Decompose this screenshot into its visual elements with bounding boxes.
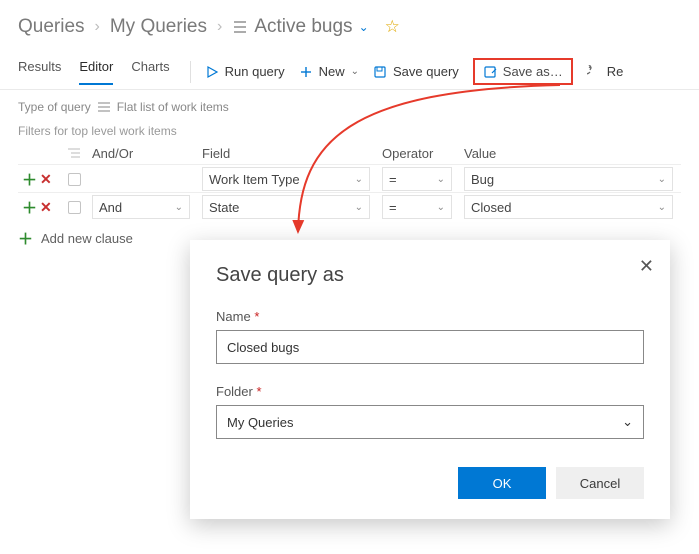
value-text: Bug xyxy=(471,172,494,187)
favorite-star-icon[interactable]: ☆ xyxy=(385,17,400,37)
add-row-icon[interactable]: ＋ xyxy=(22,169,37,190)
cancel-button[interactable]: Cancel xyxy=(556,467,644,499)
new-button[interactable]: New ⌄ xyxy=(299,64,359,79)
breadcrumb-sep: › xyxy=(95,18,100,36)
field-value: Work Item Type xyxy=(209,172,300,187)
tab-results[interactable]: Results xyxy=(18,59,61,85)
breadcrumb-title-text: Active bugs xyxy=(254,16,352,38)
chevron-down-icon: ⌄ xyxy=(355,202,363,213)
field-dropdown[interactable]: State ⌄ xyxy=(202,195,370,219)
dialog-title: Save query as xyxy=(216,264,644,287)
col-value: Value xyxy=(460,144,681,163)
save-as-icon xyxy=(483,65,497,79)
ok-button[interactable]: OK xyxy=(458,467,546,499)
chevron-down-icon: ⌄ xyxy=(355,174,363,185)
breadcrumb-folder[interactable]: My Queries xyxy=(110,16,207,38)
row-checkbox[interactable] xyxy=(68,201,81,214)
tabs: Results Editor Charts xyxy=(18,59,170,85)
col-operator: Operator xyxy=(378,144,460,163)
query-type-value: Flat list of work items xyxy=(117,100,229,114)
delete-row-icon[interactable]: ✕ xyxy=(40,199,52,216)
divider xyxy=(190,61,191,83)
operator-dropdown[interactable]: =⌄ xyxy=(382,195,452,219)
filter-row: ＋ ✕ Work Item Type⌄ =⌄ Bug⌄ xyxy=(18,164,681,192)
filters-column-headers: And/Or Field Operator Value xyxy=(18,142,681,164)
filters-header: Filters for top level work items xyxy=(18,124,681,138)
flat-list-icon xyxy=(97,101,111,113)
name-field: Name * Closed bugs xyxy=(216,309,644,364)
list-icon xyxy=(232,19,248,35)
breadcrumb-root[interactable]: Queries xyxy=(18,16,85,38)
breadcrumb-sep: › xyxy=(217,18,222,36)
toolbar: Results Editor Charts Run query New ⌄ Sa… xyxy=(0,48,699,90)
query-type-row: Type of query Flat list of work items xyxy=(0,90,699,124)
save-as-label: Save as… xyxy=(503,64,563,79)
folder-value: My Queries xyxy=(227,415,293,430)
save-query-button[interactable]: Save query xyxy=(373,64,459,79)
chevron-down-icon: ⌄ xyxy=(437,202,445,213)
value-dropdown[interactable]: Closed ⌄ xyxy=(464,195,673,219)
field-value: State xyxy=(209,200,239,215)
value-dropdown[interactable]: Bug ⌄ xyxy=(464,167,673,191)
plus-icon xyxy=(299,65,313,79)
query-type-prefix: Type of query xyxy=(18,100,91,114)
operator-value: = xyxy=(389,200,397,215)
dialog-buttons: OK Cancel xyxy=(216,467,644,499)
tab-charts[interactable]: Charts xyxy=(131,59,169,85)
indent-icon xyxy=(64,144,88,163)
andor-value: And xyxy=(99,200,122,215)
filters-panel: Filters for top level work items And/Or … xyxy=(0,124,699,249)
save-query-as-dialog: Save query as ✕ Name * Closed bugs Folde… xyxy=(190,240,670,519)
name-value: Closed bugs xyxy=(227,340,299,355)
field-dropdown[interactable]: Work Item Type ⌄ xyxy=(202,167,370,191)
play-icon xyxy=(205,65,219,79)
folder-dropdown[interactable]: My Queries ⌄ xyxy=(216,405,644,439)
value-text: Closed xyxy=(471,200,511,215)
name-label: Name * xyxy=(216,309,644,324)
andor-dropdown[interactable]: And ⌄ xyxy=(92,195,190,219)
tab-editor[interactable]: Editor xyxy=(79,59,113,85)
revert-label: Re xyxy=(607,64,624,79)
new-label: New xyxy=(319,64,345,79)
chevron-down-icon: ⌄ xyxy=(622,414,633,430)
chevron-down-icon: ⌄ xyxy=(351,66,359,77)
add-new-clause-label: Add new clause xyxy=(41,231,133,246)
save-as-button[interactable]: Save as… xyxy=(473,58,573,85)
folder-label: Folder * xyxy=(216,384,644,399)
row-checkbox[interactable] xyxy=(68,173,81,186)
col-field: Field xyxy=(198,144,378,163)
col-andor: And/Or xyxy=(88,144,198,163)
breadcrumb-title[interactable]: Active bugs ⌄ xyxy=(232,16,368,38)
run-query-button[interactable]: Run query xyxy=(205,64,285,79)
undo-icon xyxy=(587,65,601,79)
chevron-down-icon: ⌄ xyxy=(437,174,445,185)
plus-icon: ＋ xyxy=(18,228,33,249)
operator-dropdown[interactable]: =⌄ xyxy=(382,167,452,191)
operator-value: = xyxy=(389,172,397,187)
folder-field: Folder * My Queries ⌄ xyxy=(216,384,644,439)
chevron-down-icon[interactable]: ⌄ xyxy=(359,20,369,34)
chevron-down-icon: ⌄ xyxy=(658,202,666,213)
chevron-down-icon: ⌄ xyxy=(658,174,666,185)
add-row-icon[interactable]: ＋ xyxy=(22,197,37,218)
revert-button[interactable]: Re xyxy=(587,64,624,79)
breadcrumb: Queries › My Queries › Active bugs ⌄ ☆ xyxy=(0,0,699,48)
chevron-down-icon: ⌄ xyxy=(175,202,183,213)
filter-row: ＋ ✕ And⌄ State⌄ =⌄ Closed⌄ xyxy=(18,192,681,220)
save-query-label: Save query xyxy=(393,64,459,79)
run-query-label: Run query xyxy=(225,64,285,79)
name-input[interactable]: Closed bugs xyxy=(216,330,644,364)
delete-row-icon[interactable]: ✕ xyxy=(40,171,52,188)
save-icon xyxy=(373,65,387,79)
close-icon[interactable]: ✕ xyxy=(639,256,654,277)
